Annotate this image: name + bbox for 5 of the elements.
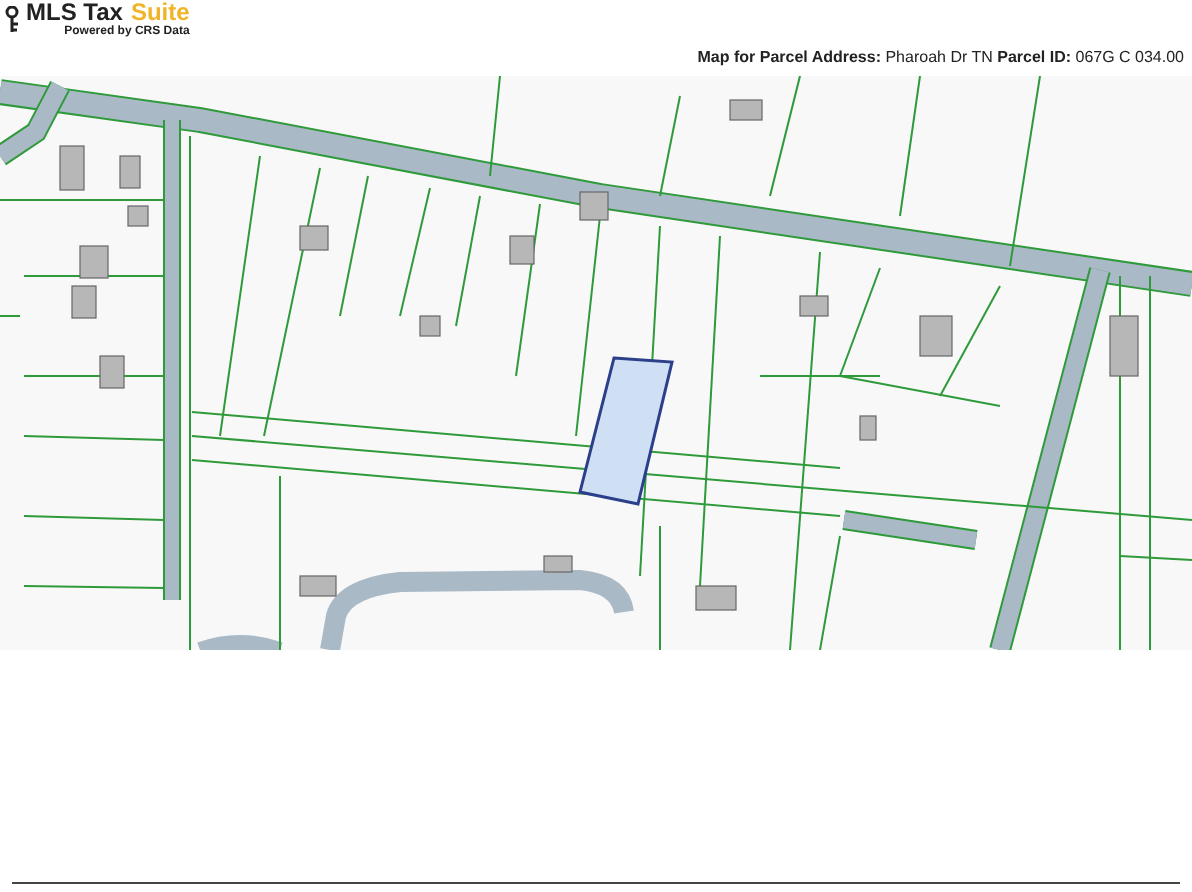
key-icon — [4, 6, 20, 34]
brand-name: MLS Tax — [26, 0, 123, 24]
product-name: Suite — [130, 0, 190, 24]
map-heading: Map for Parcel Address: Pharoah Dr TN Parcel ID: 067G C 034.00 — [697, 48, 1184, 66]
parcel-map-drawing[interactable] — [0, 76, 1192, 650]
